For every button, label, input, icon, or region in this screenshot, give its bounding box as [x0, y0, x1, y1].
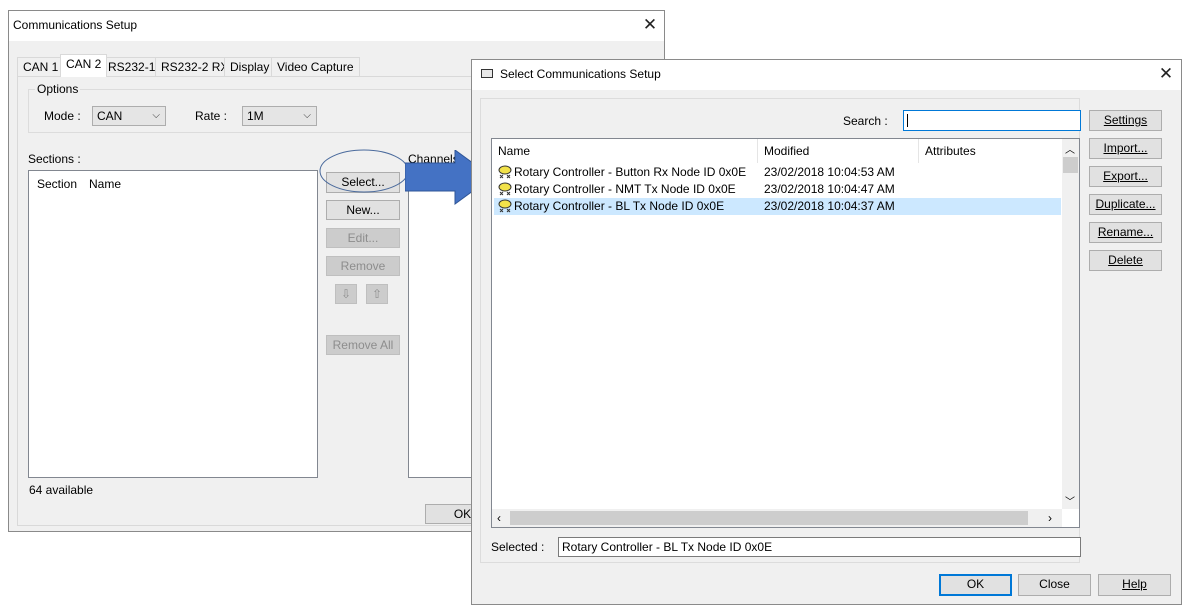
tab-rs232-1[interactable]: RS232-1	[102, 57, 162, 76]
close-icon[interactable]: ✕	[639, 14, 661, 36]
ok-button[interactable]: OK	[939, 574, 1012, 596]
close-icon[interactable]: ✕	[1155, 63, 1177, 85]
available-count: 64 available	[29, 483, 94, 497]
new-button[interactable]: New...	[326, 200, 400, 220]
column-header-modified[interactable]: Modified	[758, 139, 919, 163]
tab-rs232-2-rx[interactable]: RS232-2 RX	[155, 57, 235, 76]
chevron-down-icon: ⌵	[152, 110, 160, 121]
tab-can2[interactable]: CAN 2	[60, 54, 108, 77]
chevron-down-icon: ⌵	[303, 110, 311, 121]
chevron-left-icon[interactable]: ‹	[497, 511, 501, 525]
name-column-header[interactable]: Name	[89, 177, 121, 191]
search-input[interactable]	[903, 110, 1081, 131]
mode-value: CAN	[97, 109, 123, 123]
tab-can1[interactable]: CAN 1	[17, 57, 65, 76]
mode-label: Mode :	[44, 109, 81, 123]
help-button[interactable]: Help	[1098, 574, 1171, 596]
sections-list[interactable]: Section Name	[28, 170, 318, 478]
window-icon	[481, 69, 493, 78]
edit-button[interactable]: Edit...	[326, 228, 400, 248]
section-column-header[interactable]: Section	[37, 177, 77, 191]
sections-label: Sections :	[28, 152, 81, 166]
remove-button[interactable]: Remove	[326, 256, 400, 276]
tab-display[interactable]: Display	[224, 57, 276, 76]
vertical-scrollbar[interactable]: ︿ ﹀	[1062, 139, 1079, 509]
rate-value: 1M	[247, 109, 264, 123]
selected-label: Selected :	[491, 540, 545, 554]
highlight-ellipse	[319, 149, 409, 193]
selected-field[interactable]: Rotary Controller - BL Tx Node ID 0x0E	[558, 537, 1081, 557]
rename-button[interactable]: Rename...	[1089, 222, 1162, 243]
horizontal-scrollbar[interactable]: ‹ ›	[492, 509, 1062, 527]
title-bar: Communications Setup ✕	[9, 11, 664, 41]
item-modified: 23/02/2018 10:04:47 AM	[764, 182, 895, 196]
column-header-attributes[interactable]: Attributes	[919, 139, 1062, 163]
remove-all-button[interactable]: Remove All	[326, 335, 400, 355]
window-title: Communications Setup	[13, 18, 138, 32]
vertical-scroll-thumb[interactable]	[1063, 157, 1078, 173]
move-down-button[interactable]: ⇩	[335, 284, 357, 304]
setup-list-view[interactable]: Name Modified Attributes Rotary Controll…	[491, 138, 1080, 528]
list-item[interactable]: Rotary Controller - NMT Tx Node ID 0x0E …	[494, 181, 1061, 198]
item-name: Rotary Controller - BL Tx Node ID 0x0E	[514, 199, 725, 213]
setup-icon	[498, 182, 512, 196]
tab-video-capture[interactable]: Video Capture	[271, 57, 360, 76]
search-label: Search :	[843, 114, 888, 128]
dialog-title: Select Communications Setup	[500, 67, 661, 81]
chevron-right-icon[interactable]: ›	[1048, 511, 1052, 525]
item-modified: 23/02/2018 10:04:53 AM	[764, 165, 895, 179]
rate-select[interactable]: 1M ⌵	[242, 106, 317, 126]
item-name: Rotary Controller - NMT Tx Node ID 0x0E	[514, 182, 736, 196]
export-button[interactable]: Export...	[1089, 166, 1162, 187]
chevron-down-icon[interactable]: ﹀	[1065, 493, 1075, 508]
settings-button[interactable]: Settings	[1089, 110, 1162, 131]
options-label: Options	[35, 82, 81, 96]
item-name: Rotary Controller - Button Rx Node ID 0x…	[514, 165, 747, 179]
delete-button[interactable]: Delete	[1089, 250, 1162, 271]
setup-icon	[498, 165, 512, 179]
horizontal-scroll-thumb[interactable]	[510, 511, 1028, 525]
setup-icon	[498, 199, 512, 213]
close-button[interactable]: Close	[1018, 574, 1091, 596]
arrow-up-icon: ⇧	[371, 287, 383, 301]
list-item-selected[interactable]: Rotary Controller - BL Tx Node ID 0x0E 2…	[494, 198, 1061, 215]
mode-select[interactable]: CAN ⌵	[92, 106, 166, 126]
duplicate-button[interactable]: Duplicate...	[1089, 194, 1162, 215]
column-header-name[interactable]: Name	[492, 139, 758, 163]
chevron-up-icon[interactable]: ︿	[1065, 141, 1075, 156]
select-communications-setup-dialog: Select Communications Setup ✕ Search : N…	[471, 59, 1182, 605]
list-item[interactable]: Rotary Controller - Button Rx Node ID 0x…	[494, 164, 1061, 181]
item-modified: 23/02/2018 10:04:37 AM	[764, 199, 895, 213]
arrow-down-icon: ⇩	[340, 287, 352, 301]
dialog-title-bar: Select Communications Setup ✕	[472, 60, 1181, 90]
import-button[interactable]: Import...	[1089, 138, 1162, 159]
move-up-button[interactable]: ⇧	[366, 284, 388, 304]
rate-label: Rate :	[195, 109, 228, 123]
